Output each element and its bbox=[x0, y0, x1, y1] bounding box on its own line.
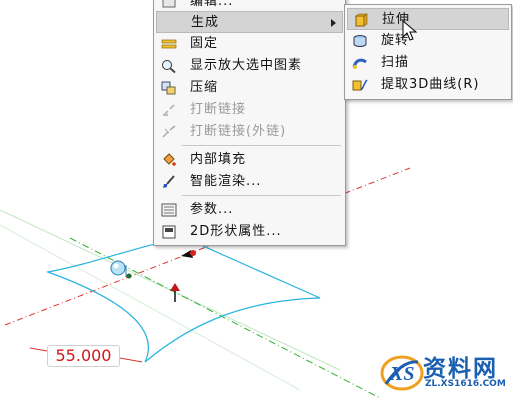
menu-separator bbox=[182, 195, 341, 196]
menu-item-break-external-link: 打断链接(外链) bbox=[156, 121, 343, 143]
compress-icon bbox=[161, 81, 176, 95]
watermark: XS 资料网 ZL.XS1616.COM bbox=[380, 350, 510, 398]
direction-point bbox=[190, 250, 196, 256]
menu-item-fill[interactable]: 内部填充 bbox=[156, 149, 343, 171]
dimension-value: 55.000 bbox=[55, 346, 112, 365]
generate-submenu: 拉伸 旋转 扫描 提取3D曲线(R) bbox=[344, 4, 512, 100]
menu-item-compress[interactable]: 压缩 bbox=[156, 77, 343, 99]
parameters-icon bbox=[161, 203, 177, 217]
svg-text:XS: XS bbox=[389, 363, 414, 385]
menu-item-smart-render[interactable]: 智能渲染... bbox=[156, 171, 343, 193]
mouse-cursor-icon bbox=[402, 20, 418, 41]
fix-icon bbox=[161, 39, 177, 49]
anchor-highlight bbox=[113, 263, 119, 269]
submenu-item-revolve[interactable]: 旋转 bbox=[347, 30, 509, 52]
menu-item-break-link: 打断链接 bbox=[156, 99, 343, 121]
break-link-icon bbox=[163, 104, 175, 116]
watermark-url: ZL.XS1616.COM bbox=[425, 379, 506, 389]
menu-item-parameters[interactable]: 参数... bbox=[156, 199, 343, 221]
break-external-link-icon bbox=[162, 125, 176, 138]
anchor-point bbox=[126, 273, 132, 279]
extract-3d-curve-icon bbox=[352, 79, 368, 91]
submenu-item-extrude[interactable]: 拉伸 bbox=[347, 8, 509, 30]
menu-item-2d-shape-properties[interactable]: 2D形状属性... bbox=[156, 221, 343, 243]
dimension-label[interactable]: 55.000 bbox=[47, 345, 120, 367]
menu-item-generate[interactable]: 生成 bbox=[156, 11, 343, 33]
paint-brush-icon bbox=[163, 175, 175, 188]
edit-icon bbox=[162, 0, 176, 8]
revolve-icon bbox=[353, 35, 367, 47]
zoom-selected-icon bbox=[162, 60, 176, 73]
profile-shape[interactable] bbox=[45, 237, 321, 363]
submenu-item-sweep[interactable]: 扫描 bbox=[347, 52, 509, 74]
sweep-icon bbox=[352, 58, 367, 69]
up-arrow-icon[interactable] bbox=[170, 283, 180, 291]
dimension-leader bbox=[29, 347, 48, 352]
dimension-leader bbox=[119, 357, 143, 363]
menu-item-zoom-selected[interactable]: 显示放大选中图素 bbox=[156, 55, 343, 77]
anchor-handle-icon[interactable] bbox=[110, 260, 126, 276]
extrude-icon bbox=[355, 13, 368, 27]
xs-logo-icon: XS bbox=[380, 355, 424, 391]
menu-separator bbox=[182, 145, 341, 146]
submenu-arrow-icon bbox=[331, 19, 336, 27]
shape-properties-icon bbox=[162, 225, 176, 239]
fill-bucket-icon bbox=[163, 153, 176, 166]
grid-line bbox=[0, 224, 301, 391]
watermark-text: 资料网 bbox=[423, 356, 498, 382]
menu-item-fix[interactable]: 固定 bbox=[156, 33, 343, 55]
submenu-item-extract-3d-curve[interactable]: 提取3D曲线(R) bbox=[347, 74, 509, 96]
context-menu: 编辑... 生成 固定 显示放大选中图素 压缩 打断链接 打断链接(外链) 内部… bbox=[153, 0, 346, 246]
